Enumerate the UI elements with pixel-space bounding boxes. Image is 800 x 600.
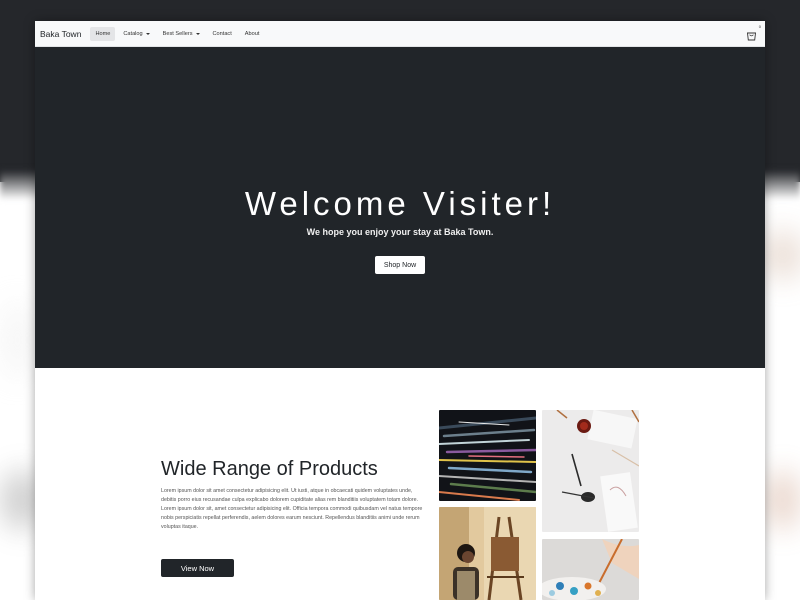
palette-image — [542, 539, 639, 600]
nav-link-label: Home — [95, 30, 111, 37]
backdrop-blur — [765, 470, 800, 530]
nav-link-label: Contact — [212, 30, 232, 37]
products-section: Wide Range of Products Lorem ipsum dolor… — [35, 368, 765, 600]
nav-link-about[interactable]: About — [240, 27, 265, 41]
nav-link-label: About — [244, 30, 260, 37]
paint-ink-image — [542, 410, 639, 532]
shop-now-button[interactable]: Shop Now — [375, 256, 425, 274]
hero-title: Welcome Visiter! — [244, 185, 556, 222]
hero-section: Welcome Visiter! We hope you enjoy your … — [35, 47, 765, 368]
products-description: Lorem ipsum dolor sit amet consectetur a… — [161, 488, 423, 530]
nav-link-catalog[interactable]: Catalog — [118, 27, 154, 41]
cart-count-badge: 0 — [758, 24, 761, 29]
caret-down-icon — [145, 32, 150, 35]
nav-link-label: Best Sellers — [162, 30, 193, 37]
hero-subtitle: We hope you enjoy your stay at Baka Town… — [306, 227, 494, 237]
nav-link-best-sellers[interactable]: Best Sellers — [158, 27, 205, 41]
artist-easel-image — [439, 507, 536, 600]
nav-link-home[interactable]: Home — [90, 26, 116, 41]
brand-logo[interactable]: Baka Town — [40, 29, 81, 39]
view-now-button[interactable]: View Now — [161, 559, 234, 577]
page-frame: Baka Town Home Catalog Best Sellers Cont… — [35, 21, 765, 600]
caret-down-icon — [195, 32, 200, 35]
backdrop-blur — [0, 300, 35, 380]
shopping-bag-icon[interactable] — [746, 28, 757, 41]
backdrop-blur — [760, 230, 800, 280]
navbar: Baka Town Home Catalog Best Sellers Cont… — [35, 21, 765, 47]
nav-link-label: Catalog — [123, 30, 143, 37]
paint-brushes-image — [439, 410, 536, 501]
nav-link-contact[interactable]: Contact — [208, 27, 237, 41]
products-title: Wide Range of Products — [161, 458, 378, 480]
